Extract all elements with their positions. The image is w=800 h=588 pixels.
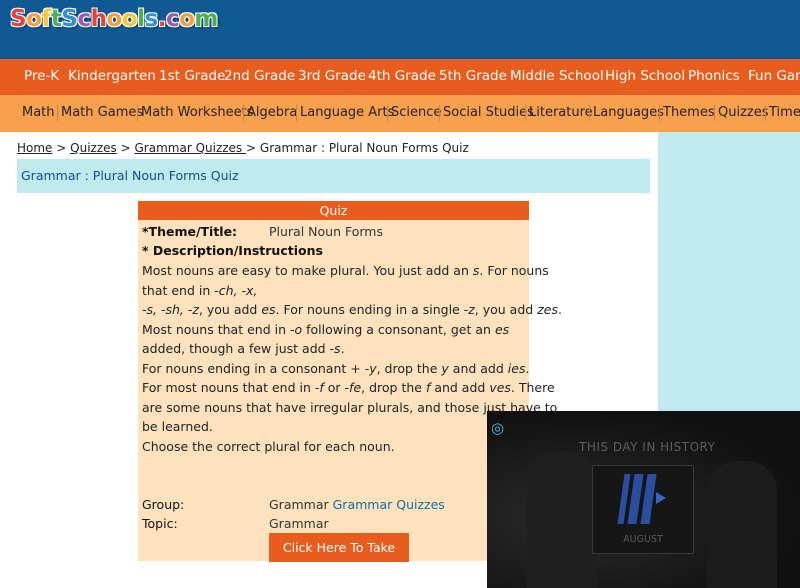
subject-nav-item[interactable]: Timel xyxy=(769,105,800,120)
subject-nav: Math Math Games Math Worksheets Algebra Lang… xyxy=(0,95,800,132)
grammar-quizzes-link[interactable]: Grammar Quizzes xyxy=(333,497,445,512)
video-figure-left xyxy=(527,451,597,588)
nav-separator xyxy=(765,105,766,121)
logo-letter: o xyxy=(26,6,42,32)
grade-nav-item[interactable]: 2nd Grade xyxy=(224,68,295,84)
quiz-info-table: Quiz *Theme/Title: Plural Noun Forms * D… xyxy=(138,201,562,584)
logo-letter: l xyxy=(137,6,145,32)
grade-nav-item[interactable]: 4th Grade xyxy=(368,68,436,84)
nav-separator xyxy=(57,105,58,121)
logo-letter: o xyxy=(179,6,195,32)
logo-letter: c xyxy=(165,6,180,32)
subject-nav-item[interactable]: Literature xyxy=(529,105,593,120)
poster-month: AUGUST xyxy=(623,534,663,545)
logo-letter: h xyxy=(90,6,107,32)
topic-value: Grammar xyxy=(269,516,329,531)
nav-separator xyxy=(387,105,388,121)
description-line: be learned. xyxy=(142,419,213,434)
logo-letter: m xyxy=(194,6,218,32)
nav-separator xyxy=(439,105,440,121)
logo-letter: o xyxy=(121,6,138,32)
group-name: Grammar xyxy=(269,497,329,512)
video-player[interactable]: ◎ THIS DAY IN HISTORY AUGUST xyxy=(487,411,800,588)
breadcrumb-grammar-quizzes[interactable]: Grammar Quizzes xyxy=(135,141,247,155)
breadcrumb-current: Grammar : Plural Noun Forms Quiz xyxy=(259,141,469,155)
logo-letter: S xyxy=(61,6,78,32)
breadcrumb-separator: > xyxy=(246,141,257,155)
logo-letter: . xyxy=(157,6,167,32)
subject-nav-item[interactable]: Language Arts xyxy=(300,105,394,120)
logo-letter: f xyxy=(41,6,51,32)
description-line: -s, -sh, -z, you add es. For nouns endin… xyxy=(142,302,562,317)
nav-separator xyxy=(525,105,526,121)
grade-nav-item[interactable]: Middle School xyxy=(510,68,604,84)
site-header: SoftSchools.com xyxy=(0,0,800,59)
breadcrumb-separator: > xyxy=(120,141,131,155)
logo-letter: S xyxy=(10,6,27,32)
topic-label: Topic: xyxy=(142,516,178,531)
grade-nav-item[interactable]: 1st Grade xyxy=(159,68,225,84)
quiz-table-header: Quiz xyxy=(138,201,529,220)
grade-nav-item[interactable]: Fun Gam xyxy=(748,68,800,84)
description-line: Most nouns that end in -o following a co… xyxy=(142,321,510,337)
subject-nav-item[interactable]: Languages xyxy=(593,105,664,120)
nav-separator xyxy=(714,105,715,121)
theme-label: *Theme/Title: xyxy=(142,224,238,239)
theme-value: Plural Noun Forms xyxy=(269,224,383,239)
description-line: For nouns ending in a consonant + -y, dr… xyxy=(142,360,530,376)
nav-separator xyxy=(137,105,138,121)
page-title: Grammar : Plural Noun Forms Quiz xyxy=(21,168,239,183)
video-poster[interactable]: AUGUST xyxy=(592,465,694,554)
group-value: Grammar Grammar Quizzes xyxy=(269,497,445,512)
group-label: Group: xyxy=(142,497,185,512)
breadcrumb-quizzes[interactable]: Quizzes xyxy=(70,141,117,155)
grade-nav-item[interactable]: 5th Grade xyxy=(439,68,507,84)
description-line: that end in -ch, -x, xyxy=(142,282,258,298)
description-line: For most nouns that end in -f or -fe, dr… xyxy=(142,380,555,395)
play-icon[interactable] xyxy=(656,492,666,504)
logo-letter: s xyxy=(144,6,159,32)
video-title: THIS DAY IN HISTORY xyxy=(579,440,716,454)
logo-letter: c xyxy=(77,6,91,32)
subject-nav-item[interactable]: Math Worksheets xyxy=(141,105,253,120)
logo-letter: t xyxy=(50,6,62,32)
subject-nav-item[interactable]: Math Games xyxy=(61,105,143,120)
nav-separator xyxy=(659,105,660,121)
grade-nav-item[interactable]: 3rd Grade xyxy=(298,68,366,84)
subject-nav-item[interactable]: Themes xyxy=(663,105,715,120)
subject-nav-item[interactable]: Social Studies xyxy=(443,105,534,120)
breadcrumb-home[interactable]: Home xyxy=(17,141,52,155)
subject-nav-item[interactable]: Science xyxy=(391,105,441,120)
player-logo-icon: ◎ xyxy=(491,419,505,437)
nav-separator xyxy=(296,105,297,121)
site-logo[interactable]: SoftSchools.com xyxy=(10,6,218,32)
description-line: added, though a few just add -s. xyxy=(142,341,345,356)
nav-separator xyxy=(243,105,244,121)
breadcrumb-separator: > xyxy=(56,141,67,155)
subject-nav-item[interactable]: Math xyxy=(22,105,55,120)
description-label: * Description/Instructions xyxy=(142,243,323,258)
grade-nav-item[interactable]: Phonics xyxy=(688,68,740,84)
description-line: Choose the correct plural for each noun. xyxy=(142,438,395,454)
grade-nav: Pre-K Kindergarten 1st Grade 2nd Grade 3rd G… xyxy=(0,59,800,95)
page-title-box: Grammar : Plural Noun Forms Quiz xyxy=(17,159,650,193)
subject-nav-item[interactable]: Algebra xyxy=(247,105,297,120)
grade-nav-item[interactable]: High School xyxy=(605,68,685,84)
video-figure-right xyxy=(707,461,777,588)
poster-bar-icon xyxy=(640,474,657,524)
breadcrumb: Home > Quizzes > Grammar Quizzes > Gramm… xyxy=(17,141,469,155)
description-line: Most nouns are easy to make plural. You … xyxy=(142,263,549,278)
subject-nav-item[interactable]: Quizzes xyxy=(718,105,769,120)
grade-nav-item[interactable]: Pre-K xyxy=(24,68,59,84)
nav-separator xyxy=(589,105,590,121)
logo-letter: o xyxy=(106,6,123,32)
grade-nav-item[interactable]: Kindergarten xyxy=(68,68,156,84)
take-test-button[interactable]: Click Here To Take Test xyxy=(269,533,409,584)
